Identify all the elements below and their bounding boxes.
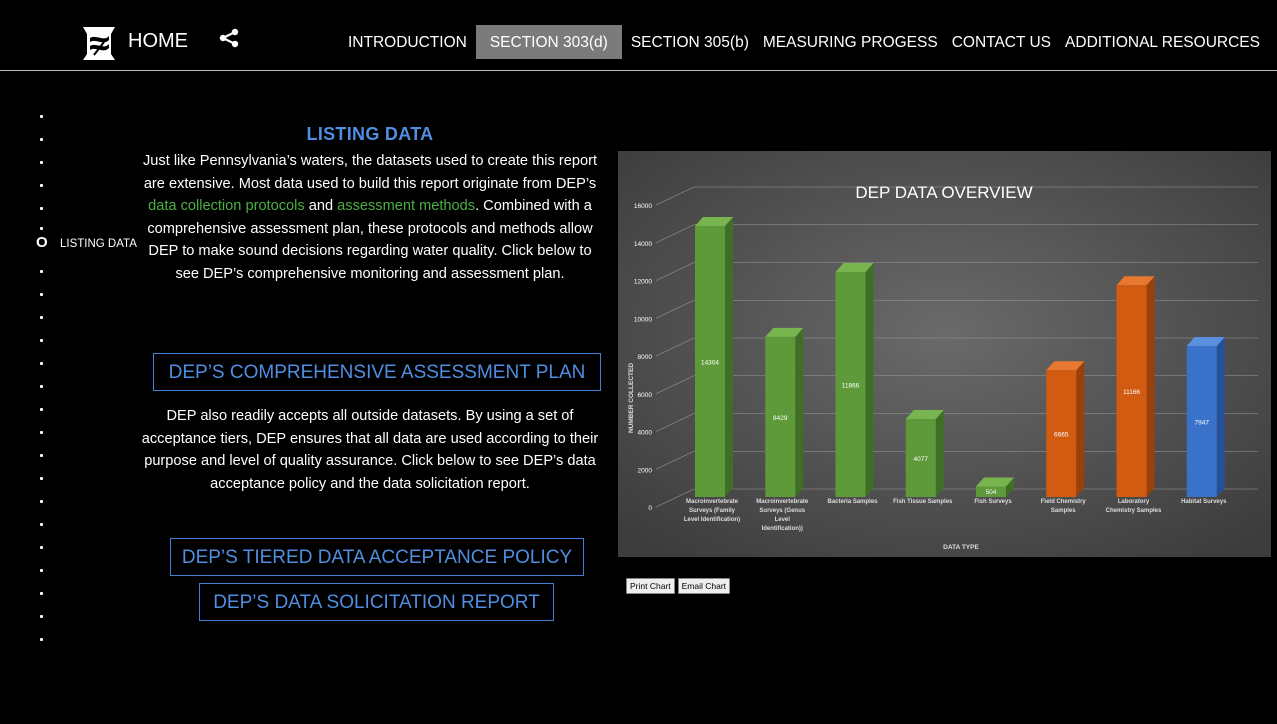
x-tick-label: Surveys (Family [689,508,736,514]
rail-dot[interactable] [40,227,43,230]
data-collection-protocols-link[interactable]: data collection protocols [148,198,305,214]
listing-data-section: LISTING DATA Just like Pennsylvania’s wa… [140,124,600,286]
top-nav-bar: HOME INTRODUCTION SECTION 303(d) SECTION… [0,0,1277,72]
rail-dot[interactable] [40,362,43,365]
bar-side [725,217,733,497]
bar-value-label: 11866 [842,383,860,390]
x-tick-label: Field Chemistry [1041,499,1087,505]
x-tick-label: Fish Tissue Samples [893,499,953,505]
intro-text-1: Just like Pennsylvania’s waters, the dat… [143,153,597,192]
intro-paragraph: Just like Pennsylvania’s waters, the dat… [140,150,600,286]
x-tick-label: Macroinvertebrate [686,499,739,505]
rail-dot[interactable] [40,638,43,641]
bar-value-label: 4077 [914,456,929,463]
bar-value-label: 14304 [701,360,719,367]
x-tick-label: Surveys (Genus [759,508,805,514]
bar-value-label: 504 [986,489,997,496]
nav-additional-resources[interactable]: ADDITIONAL RESOURCES [1058,25,1267,59]
y-tick-label: 8000 [638,354,653,361]
home-link[interactable]: HOME [128,30,188,53]
section-title: LISTING DATA [306,124,434,144]
print-chart-button[interactable]: Print Chart [626,578,675,594]
rail-dot[interactable] [40,592,43,595]
rail-dot[interactable] [40,339,43,342]
rail-dot[interactable] [40,385,43,388]
nav-measuring-progress[interactable]: MEASURING PROGESS [756,25,945,59]
y-tick-label: 14000 [634,241,652,248]
rail-dot[interactable] [40,161,43,164]
bar-side [795,327,804,497]
chart-svg: 0 2000 4000 6000 8000 10000 12000 14000 16000 14… [618,151,1271,557]
tiered-data-acceptance-policy-button[interactable]: DEP’S TIERED DATA ACCEPTANCE POLICY [170,538,584,576]
nav-section-305b[interactable]: SECTION 305(b) [624,25,756,59]
rail-dot[interactable] [40,184,43,187]
x-tick-label: Fish Surveys [974,499,1012,505]
x-tick-label: Samples [1051,508,1076,514]
rail-dot[interactable] [40,316,43,319]
rail-dot[interactable] [40,431,43,434]
x-tick-label: Identification)) [762,526,803,532]
bar-side [935,410,944,497]
y-tick-label: 12000 [634,279,652,286]
chart-y-axis-label: NUMBER COLLECTED [628,363,635,433]
y-tick-label: 6000 [638,392,653,399]
rail-current-marker[interactable]: O [36,234,48,251]
outside-datasets-paragraph: DEP also readily accepts all outside dat… [141,408,599,492]
comprehensive-assessment-plan-button[interactable]: DEP’S COMPREHENSIVE ASSESSMENT PLAN [153,353,601,391]
nav-section-303d[interactable]: SECTION 303(d) [475,25,622,59]
bar-value-label: 6665 [1054,432,1069,439]
rail-dot[interactable] [40,207,43,210]
rail-dot[interactable] [40,569,43,572]
y-tick-label: 10000 [634,316,652,323]
x-tick-label: Bacteria Samples [827,499,878,505]
rail-dot[interactable] [40,500,43,503]
pa-keystone-logo-icon[interactable] [80,24,118,62]
rail-dot[interactable] [40,523,43,526]
bar-side [1076,361,1085,497]
x-tick-label: Habitat Surveys [1181,499,1227,505]
x-tick-label: Chemistry Samples [1106,508,1162,514]
share-icon[interactable] [218,28,240,50]
assessment-methods-link[interactable]: assessment methods [337,198,475,214]
dep-data-overview-chart: 0 2000 4000 6000 8000 10000 12000 14000 16000 14… [618,151,1271,557]
bar-value-label: 7947 [1195,420,1210,427]
rail-dot[interactable] [40,270,43,273]
nav-introduction[interactable]: INTRODUCTION [341,25,474,59]
rail-dot[interactable] [40,408,43,411]
y-tick-label: 2000 [638,467,653,474]
rail-dot[interactable] [40,115,43,118]
y-tick-label: 0 [648,505,652,512]
y-tick-label: 4000 [638,430,653,437]
y-tick-label: 16000 [634,203,652,210]
rail-current-label: LISTING DATA [60,238,137,250]
rail-dot[interactable] [40,454,43,457]
rail-dot[interactable] [40,138,43,141]
chart-actions: Print Chart Email Chart [626,578,731,594]
rail-dot[interactable] [40,546,43,549]
email-chart-button[interactable]: Email Chart [677,578,731,594]
x-tick-label: Level Identification) [684,517,740,523]
bar-side [1146,276,1155,497]
rail-dot[interactable] [40,477,43,480]
bar-value-label: 11166 [1123,389,1140,396]
bar-side [865,263,874,497]
bar-value-label: 8429 [773,415,788,422]
chart-x-axis-label: DATA TYPE [943,544,979,551]
rail-dot[interactable] [40,615,43,618]
intro-text-2: and [304,198,338,215]
chart-title: DEP DATA OVERVIEW [855,183,1032,202]
rail-dot[interactable] [40,293,43,296]
data-solicitation-report-button[interactable]: DEP’S DATA SOLICITATION REPORT [199,583,554,621]
x-tick-label: Level [775,517,791,523]
bar-side [1216,337,1225,497]
main-nav: INTRODUCTION SECTION 303(d) SECTION 305(… [341,25,1267,59]
x-tick-label: Laboratory [1118,499,1150,505]
nav-contact-us[interactable]: CONTACT US [945,25,1058,59]
x-tick-label: Macroinvertebrate [756,499,809,505]
nav-divider [0,70,1277,71]
